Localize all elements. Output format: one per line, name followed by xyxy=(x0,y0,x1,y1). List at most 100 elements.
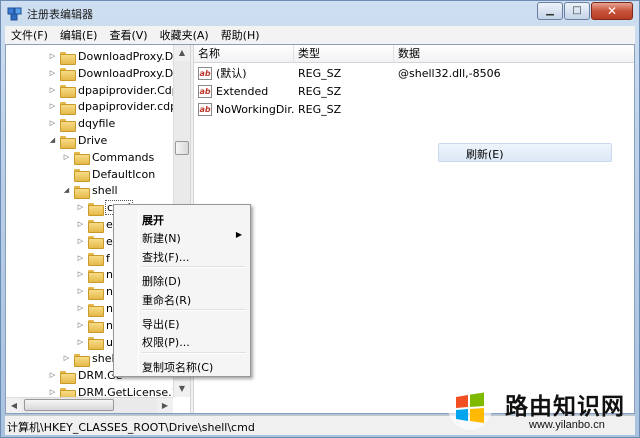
context-menu-item[interactable]: 重命名(R) xyxy=(116,289,248,307)
minimize-button[interactable]: ▁ xyxy=(537,2,563,20)
list-row[interactable]: ab NoWorkingDir... REG_SZ xyxy=(194,101,634,119)
folder-icon xyxy=(88,252,104,267)
tree-item[interactable]: ▷ shel xyxy=(62,350,115,367)
folder-icon xyxy=(60,67,76,82)
menu-edit[interactable]: 编辑(E) xyxy=(54,27,104,43)
scroll-left-icon[interactable]: ◀ xyxy=(6,398,22,413)
context-menu-item-label: 复制项名称(C) xyxy=(142,360,214,374)
tree-item-label: dpapiprovider.cdpa xyxy=(78,100,184,114)
folder-icon xyxy=(88,303,104,317)
tree-item-label: dqyfile xyxy=(78,117,116,131)
maximize-button[interactable]: □ xyxy=(564,2,590,20)
value-name: NoWorkingDir... xyxy=(216,103,294,116)
context-menu-item[interactable]: 导出(E) xyxy=(116,313,248,331)
h-scroll-thumb[interactable] xyxy=(24,399,114,411)
context-menu-item[interactable]: 查找(F)... xyxy=(116,246,248,264)
context-menu-item[interactable]: 删除(D) xyxy=(116,270,248,288)
expand-arrow-icon[interactable]: ▷ xyxy=(48,102,57,111)
context-menu-item-label: 查找(F)... xyxy=(142,250,190,264)
tree-item[interactable]: ▷ DownloadProxy.Dov xyxy=(48,48,186,65)
tree-item-label: u xyxy=(106,335,113,349)
expand-arrow-icon[interactable]: ▷ xyxy=(76,220,85,229)
menu-separator xyxy=(142,309,246,311)
scroll-down-icon[interactable]: ▼ xyxy=(174,381,190,397)
column-header-data[interactable]: 数据 xyxy=(394,45,634,63)
expand-arrow-icon[interactable]: ▷ xyxy=(76,270,85,279)
refresh-menu-item[interactable]: 刷新(E) xyxy=(438,143,612,162)
context-menu-item[interactable]: 复制项名称(C) xyxy=(116,356,248,374)
value-type: REG_SZ xyxy=(298,103,342,116)
tree-item[interactable]: ▷ n xyxy=(76,266,113,283)
menu-file[interactable]: 文件(F) xyxy=(5,27,54,43)
menu-help[interactable]: 帮助(H) xyxy=(215,27,266,43)
folder-icon xyxy=(60,51,76,65)
menu-bar: 文件(F) 编辑(E) 查看(V) 收藏夹(A) 帮助(H) xyxy=(5,26,635,44)
tree-item[interactable]: ▷ dpapiprovider.cdpa xyxy=(48,98,184,115)
context-menu-item[interactable]: 权限(P)... xyxy=(116,331,248,349)
string-value-icon: ab xyxy=(198,103,212,116)
collapse-arrow-icon[interactable]: ◢ xyxy=(62,186,71,195)
expand-arrow-icon[interactable]: ▷ xyxy=(76,304,85,313)
context-menu-item[interactable]: 新建(N) ▶ xyxy=(116,227,248,245)
scroll-up-icon[interactable]: ▲ xyxy=(174,45,190,61)
expand-arrow-icon[interactable]: ▷ xyxy=(48,52,57,61)
list-row[interactable]: ab Extended REG_SZ xyxy=(194,83,634,101)
tree-item[interactable]: ▷ DRM.Ge xyxy=(48,367,122,384)
value-name: (默认) xyxy=(216,67,247,80)
menu-favorites[interactable]: 收藏夹(A) xyxy=(154,27,215,43)
tree-item-label: DownloadProxy.Dov xyxy=(78,50,187,63)
expand-arrow-icon[interactable]: ▷ xyxy=(48,119,57,128)
expand-arrow-icon[interactable]: ▷ xyxy=(48,371,57,380)
tree-item[interactable]: ▷ e xyxy=(76,233,113,250)
expand-arrow-icon[interactable]: ▷ xyxy=(76,203,85,212)
scroll-thumb[interactable] xyxy=(175,141,189,155)
refresh-label: 刷新(E) xyxy=(466,148,504,161)
tree-item[interactable]: ▷ dqyfile xyxy=(48,115,115,132)
tree-item[interactable]: ▷ n xyxy=(76,300,113,317)
context-menu-item[interactable]: 展开 xyxy=(116,209,248,227)
submenu-arrow-icon: ▶ xyxy=(235,230,242,240)
tree-item[interactable]: ▷ n xyxy=(76,317,113,334)
expand-arrow-icon[interactable]: ▷ xyxy=(62,153,71,162)
expand-arrow-icon[interactable]: ▷ xyxy=(76,338,85,347)
tree-item[interactable]: ◢ Drive xyxy=(48,132,107,149)
registry-editor-icon xyxy=(7,7,22,21)
list-header: 名称 类型 数据 xyxy=(194,45,634,63)
expand-arrow-icon[interactable]: ▷ xyxy=(76,237,85,246)
tree-item[interactable]: ▷ Commands xyxy=(62,149,154,166)
tree-item[interactable]: ▷ u xyxy=(76,334,113,351)
folder-icon xyxy=(88,319,104,334)
folder-icon xyxy=(88,336,104,351)
tree-item-label: dpapiprovider.Cdpa xyxy=(78,83,186,97)
expand-arrow-icon[interactable]: ▷ xyxy=(62,354,71,363)
expand-arrow-icon[interactable]: ▷ xyxy=(48,69,57,78)
expand-arrow-icon[interactable]: ▷ xyxy=(76,254,85,263)
title-bar[interactable]: 注册表编辑器 ▁ □ ✕ xyxy=(1,1,639,25)
tree-item[interactable]: ▷ f xyxy=(76,250,110,267)
folder-icon xyxy=(88,269,104,283)
list-row[interactable]: ab (默认) REG_SZ @shell32.dll,-8506 xyxy=(194,65,634,83)
expand-arrow-icon[interactable]: ▷ xyxy=(76,321,85,330)
close-button[interactable]: ✕ xyxy=(591,2,633,20)
tree-horizontal-scrollbar[interactable]: ◀ ▶ xyxy=(6,397,173,413)
expand-arrow-icon[interactable]: ▷ xyxy=(48,86,57,95)
tree-item[interactable]: ▷ e xyxy=(76,216,113,233)
watermark-url: www.yilanbo.cn xyxy=(529,419,605,431)
expand-arrow-icon[interactable]: ▷ xyxy=(76,287,85,296)
expand-arrow-icon[interactable]: ▷ xyxy=(48,388,57,397)
tree-item-label: e xyxy=(106,234,113,248)
value-list[interactable]: 名称 类型 数据 ab (默认) REG_SZ @shell32.dll,-85… xyxy=(194,45,634,413)
menu-view[interactable]: 查看(V) xyxy=(103,27,153,43)
folder-icon xyxy=(60,84,76,99)
folder-icon xyxy=(88,202,104,216)
scroll-right-icon[interactable]: ▶ xyxy=(157,398,173,413)
collapse-arrow-icon[interactable]: ◢ xyxy=(48,136,57,145)
tree-item[interactable]: ◢ shell xyxy=(62,182,118,199)
tree-item[interactable]: DefaultIcon xyxy=(62,166,155,183)
tree-item[interactable]: ▷ n xyxy=(76,283,113,300)
value-data xyxy=(398,101,628,119)
column-header-name[interactable]: 名称 xyxy=(194,45,294,63)
tree-item[interactable]: ▷ DownloadProxy.Dov xyxy=(48,65,186,82)
column-header-type[interactable]: 类型 xyxy=(294,45,394,63)
tree-item[interactable]: ▷ dpapiprovider.Cdpa xyxy=(48,82,185,99)
